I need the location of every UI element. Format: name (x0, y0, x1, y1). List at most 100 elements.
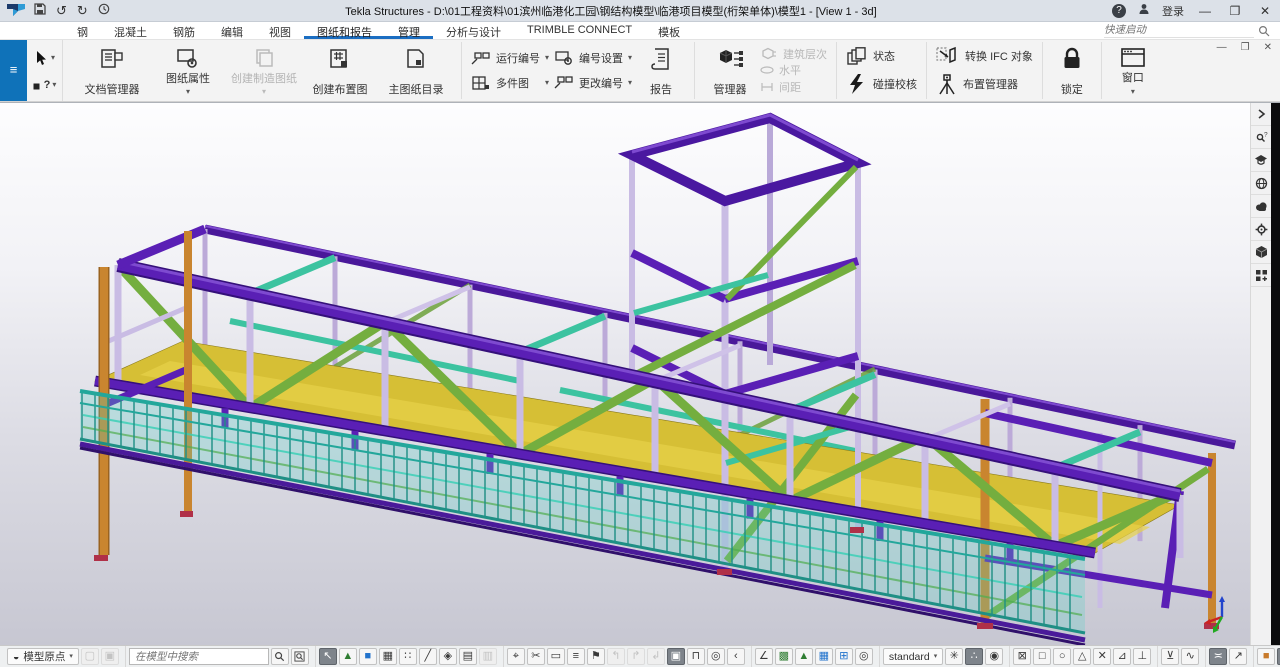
snap-curve-button[interactable]: ∿ (1181, 648, 1199, 665)
search-icon[interactable] (271, 648, 289, 665)
grid-display-button[interactable]: ▦ (815, 648, 833, 665)
organizer-button[interactable]: 管理器 (702, 42, 758, 99)
ribbon-tab[interactable]: 模板 (645, 22, 693, 39)
snap-rectangle-button[interactable]: ▭ (547, 648, 565, 665)
view-restore-button[interactable]: ❐ (1241, 42, 1250, 53)
clash-check-button[interactable]: 碰撞校核 (846, 74, 917, 94)
select-all-button[interactable]: ▦ (379, 648, 397, 665)
master-drawing-catalog-button[interactable]: 主图纸目录 (378, 42, 454, 99)
select-parts-button[interactable]: ╱ (419, 648, 437, 665)
select-grids-button[interactable]: ▤ (459, 648, 477, 665)
model-cube-icon[interactable] (1251, 241, 1272, 264)
snap-hold-button[interactable]: ≍ (1209, 648, 1227, 665)
file-menu-button[interactable]: ≡ (0, 40, 27, 101)
angle-snap-button[interactable]: ∠ (755, 648, 773, 665)
model-origin-dropdown[interactable]: ◒ 模型原点 ▾ (7, 648, 79, 665)
campus-cap-icon[interactable] (1251, 149, 1272, 172)
representation-dropdown[interactable]: standard▾ (883, 648, 943, 665)
select-pointer-button[interactable]: ↖ (319, 648, 337, 665)
history-clock-icon[interactable] (98, 3, 110, 18)
snap-ring-button[interactable]: ◎ (707, 648, 725, 665)
login-link[interactable]: 登录 (1162, 3, 1184, 19)
ribbon-tab[interactable]: 图纸和报告 (304, 22, 385, 39)
pan-tool-button[interactable]: ▢ (81, 648, 99, 665)
minimize-button[interactable]: — (1196, 4, 1214, 18)
quick-launch-input[interactable] (1104, 23, 1254, 38)
model-viewport[interactable]: ? (0, 102, 1280, 645)
create-layout-drawing-button[interactable]: 创建布置图 (302, 42, 378, 99)
zoom-selected-button[interactable]: ◎ (855, 648, 873, 665)
snap-midline-button[interactable]: ⊻ (1161, 648, 1179, 665)
components-catalog-icon[interactable] (1251, 264, 1272, 287)
settings-gear-icon[interactable] (1251, 218, 1272, 241)
snap-ortho-button[interactable]: ↱ (627, 648, 645, 665)
search-icon[interactable] (1258, 25, 1270, 37)
truss-model-3d[interactable] (0, 103, 1252, 645)
document-manager-button[interactable]: 文档管理器 (74, 42, 150, 99)
snap-cut-button[interactable]: ✂ (527, 648, 545, 665)
visibility-eye-button[interactable]: ◉ (985, 648, 1003, 665)
snap-tracking-button[interactable]: ↲ (647, 648, 665, 665)
change-numbering-caret[interactable]: ▾ (628, 79, 632, 87)
workplane-a-button[interactable]: ■ (1257, 648, 1275, 665)
community-globe-icon[interactable] (1251, 172, 1272, 195)
render-parts-button[interactable]: ▩ (775, 648, 793, 665)
change-numbering-button[interactable]: 更改编号 (554, 75, 623, 91)
points-size-button[interactable]: ∴ (965, 648, 983, 665)
snap-triangle-button[interactable]: △ (1073, 648, 1091, 665)
snap-reference-button[interactable]: ⌖ (507, 648, 525, 665)
snap-cross-button[interactable]: ✕ (1093, 648, 1111, 665)
drawing-properties-button[interactable]: 图纸属性 ▾ (150, 42, 226, 99)
ribbon-tab[interactable]: 钢筋 (160, 22, 208, 39)
ribbon-tab[interactable]: TRIMBLE CONNECT (514, 22, 645, 39)
help-icon[interactable]: ? (1112, 4, 1126, 18)
select-cursor-button[interactable]: ▾ (34, 50, 55, 66)
redo-icon[interactable]: ↻ (77, 4, 88, 17)
warehouse-cloud-icon[interactable] (1251, 195, 1272, 218)
maximize-button[interactable]: ❐ (1226, 4, 1244, 18)
render-points-button[interactable]: ▲ (795, 648, 813, 665)
user-icon[interactable] (1138, 3, 1150, 18)
convert-ifc-button[interactable]: 转换 IFC 对象 (936, 46, 1033, 66)
inquire-tool-button[interactable]: ?▾ (33, 79, 57, 91)
lock-button[interactable]: 锁定 (1050, 42, 1094, 99)
snap-angle-bracket-button[interactable]: ‹ (727, 648, 745, 665)
search-settings-icon[interactable]: ? (1251, 126, 1272, 149)
layout-manager-button[interactable]: 布置管理器 (936, 73, 1033, 95)
select-components-button[interactable]: ∷ (399, 648, 417, 665)
snap-lines-button[interactable]: ≡ (567, 648, 585, 665)
snap-extension-button[interactable]: ↰ (607, 648, 625, 665)
snap-depth-button[interactable]: ▣ (667, 648, 685, 665)
ribbon-tab[interactable]: 钢 (64, 22, 101, 39)
model-search-input[interactable] (129, 648, 269, 665)
save-icon[interactable] (34, 3, 46, 18)
numbering-settings-caret[interactable]: ▾ (628, 54, 632, 62)
select-points-button[interactable]: ◈ (439, 648, 457, 665)
close-button[interactable]: ✕ (1256, 4, 1274, 18)
snap-direction-button[interactable]: ↗ (1229, 648, 1247, 665)
run-numbering-caret[interactable]: ▾ (545, 54, 549, 62)
multi-drawing-button[interactable]: 多件图 (471, 75, 540, 91)
status-button[interactable]: 状态 (846, 47, 917, 65)
ribbon-tab[interactable]: 混凝土 (101, 22, 160, 39)
ribbon-tab[interactable]: 分析与设计 (433, 22, 514, 39)
collapse-chevron-icon[interactable] (1251, 103, 1272, 126)
ribbon-tab[interactable]: 编辑 (208, 22, 256, 39)
window-button[interactable]: 窗口 ▾ (1109, 42, 1157, 99)
run-numbering-button[interactable]: 运行编号 (471, 50, 540, 66)
select-grid-lines-button[interactable]: ▥ (479, 648, 497, 665)
multi-drawing-caret[interactable]: ▾ (545, 79, 549, 87)
undo-icon[interactable]: ↺ (56, 4, 67, 17)
snap-off-button[interactable]: ⊠ (1013, 648, 1031, 665)
snap-square-button[interactable]: □ (1033, 648, 1051, 665)
ribbon-tab[interactable]: 管理 (385, 22, 433, 39)
snap-flag-button[interactable]: ⚑ (587, 648, 605, 665)
snap-perpendicular-button[interactable]: ⊿ (1113, 648, 1131, 665)
search-window-icon[interactable] (291, 648, 309, 665)
select-assemblies-button[interactable]: ▲ (339, 648, 357, 665)
snap-frame-button[interactable]: ⊓ (687, 648, 705, 665)
reports-button[interactable]: 报告 (635, 42, 687, 99)
rotate-tool-button[interactable]: ▣ (101, 648, 119, 665)
snap-intersection-button[interactable]: ⊥ (1133, 648, 1151, 665)
view-minimize-button[interactable]: — (1217, 42, 1227, 53)
